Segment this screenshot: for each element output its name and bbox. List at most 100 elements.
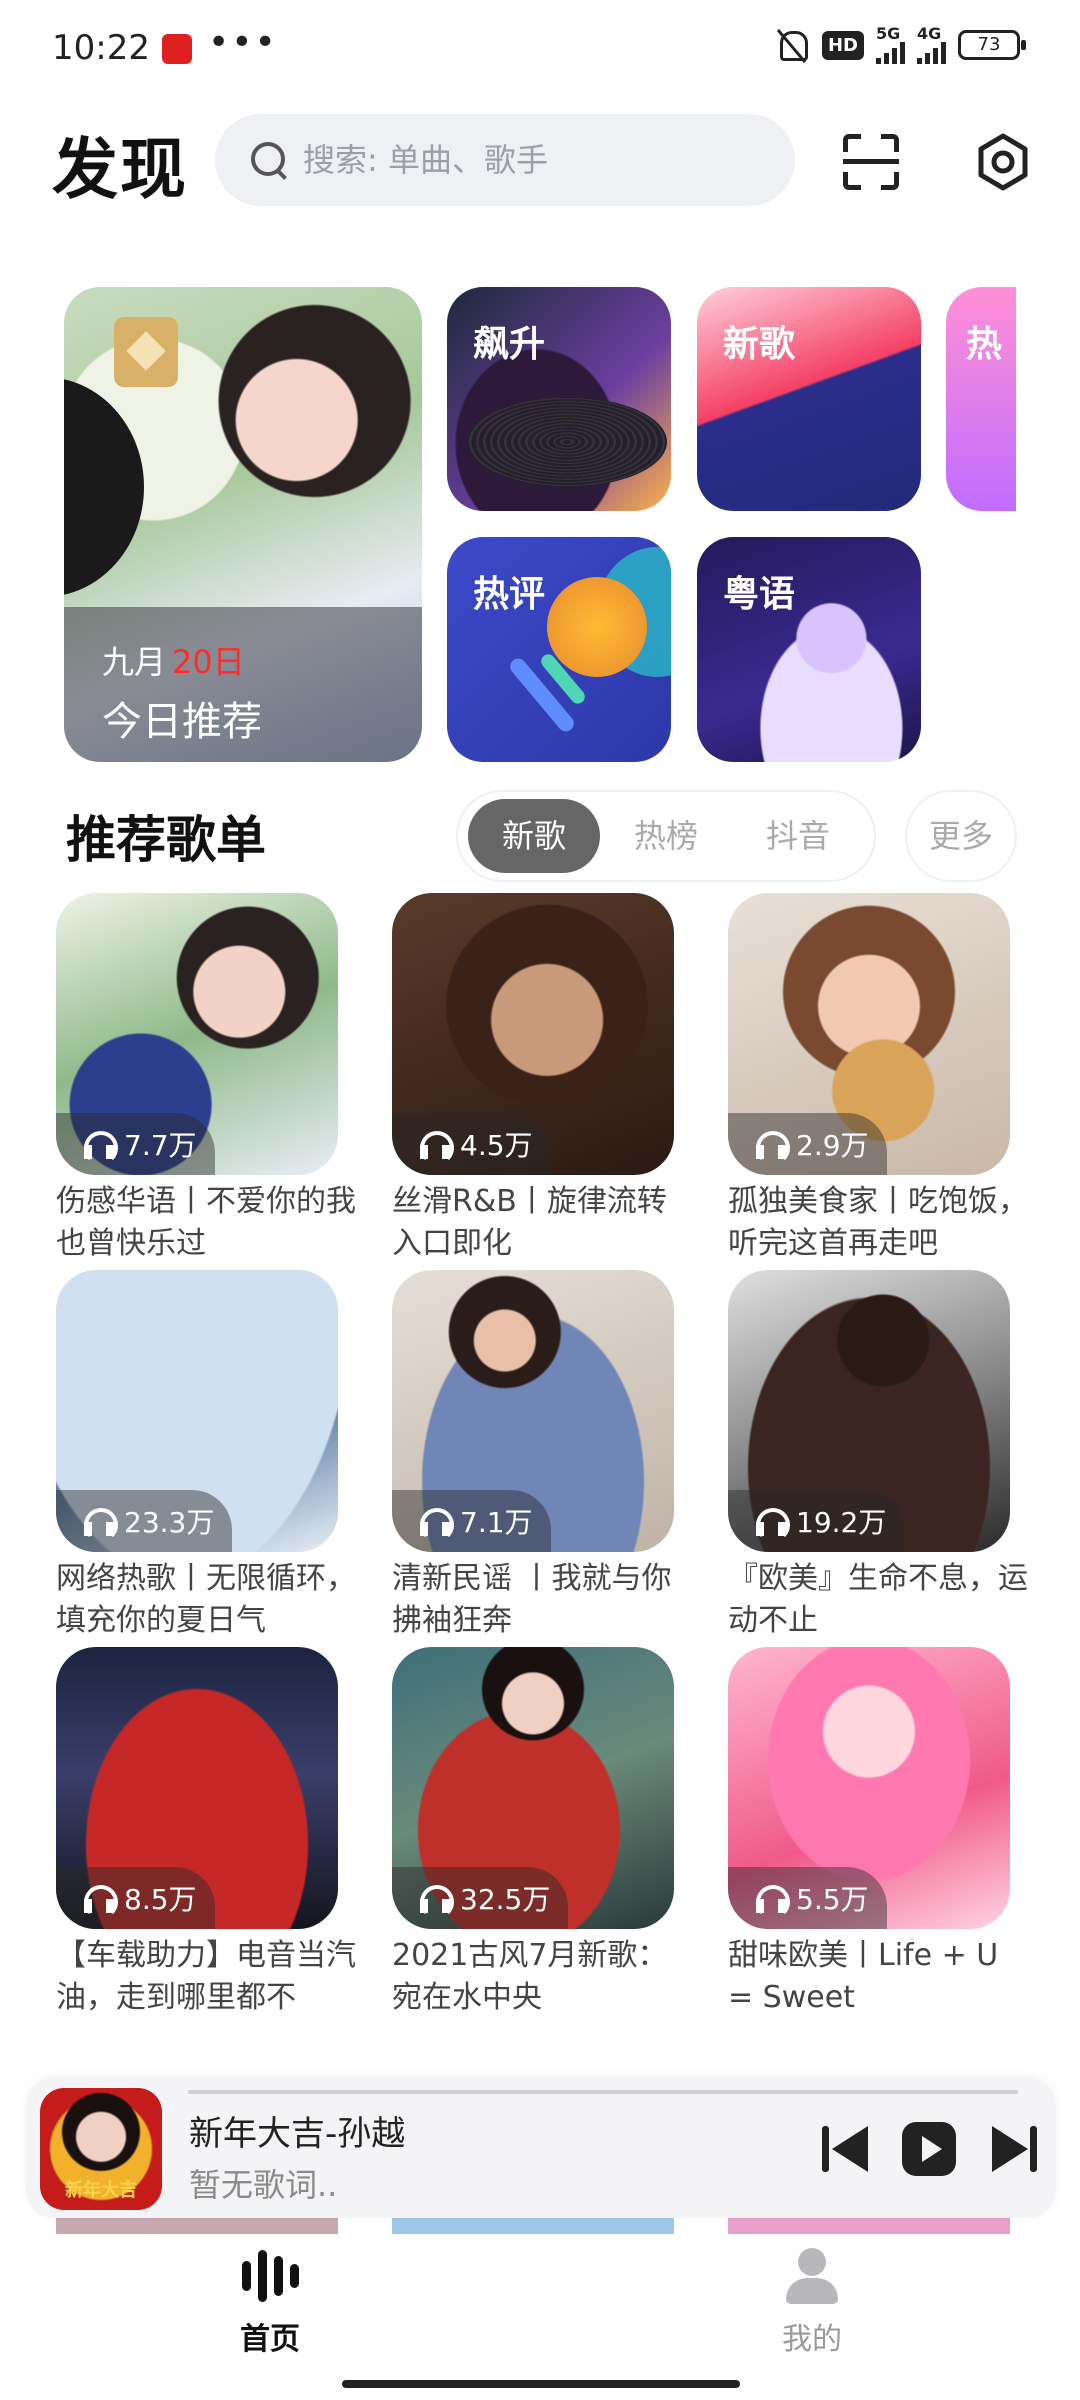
- search-input[interactable]: [303, 141, 763, 179]
- status-bar: 10:22 ••• HD 5G 4G 73: [0, 0, 1080, 100]
- playlist-cover: 32.5万: [392, 1647, 674, 1929]
- chart-tile-new[interactable]: 新歌: [697, 287, 921, 511]
- playlist-title: 孤独美食家丨吃饱饭，听完这首再走吧: [728, 1184, 1028, 1261]
- album-art[interactable]: 新年大吉: [40, 2088, 162, 2210]
- headphones-icon: [754, 1506, 790, 1542]
- decor-circle: [547, 577, 647, 677]
- nav-home[interactable]: 首页: [170, 2246, 370, 2358]
- hd-voice-icon: HD: [821, 30, 864, 60]
- bottom-nav: 首页 我的: [0, 2238, 1080, 2400]
- mini-player[interactable]: 新年大吉 新年大吉-孙越 暂无歌词..: [26, 2078, 1056, 2218]
- daily-caption: 九月 20日 今日推荐: [64, 607, 422, 762]
- song-title: 新年大吉-孙越: [189, 2114, 406, 2154]
- signal-5g-label: 5G: [876, 24, 901, 43]
- daily-label: 今日推荐: [102, 699, 262, 745]
- headphones-icon: [418, 1506, 454, 1542]
- silent-mode-icon: [774, 27, 810, 63]
- playlist-cover: 8.5万: [56, 1647, 338, 1929]
- play-count: 2.9万: [728, 1113, 887, 1175]
- playlist-cover: 2.9万: [728, 893, 1010, 1175]
- play-count-value: 2.9万: [796, 1129, 869, 1162]
- tile-label: 热评: [473, 574, 546, 615]
- next-track-icon[interactable]: [988, 2122, 1042, 2176]
- more-notifications-icon: •••: [208, 22, 278, 63]
- play-count: 5.5万: [728, 1867, 887, 1929]
- daily-recommend-card[interactable]: 九月 20日 今日推荐: [64, 287, 422, 762]
- daily-date: 九月 20日: [102, 637, 245, 683]
- headphones-icon: [82, 1129, 118, 1165]
- playlist-card[interactable]: 23.3万 网络热歌丨无限循环，填充你的夏日气: [56, 1270, 356, 1642]
- playlist-card[interactable]: 4.5万 丝滑R&B丨旋律流转入口即化: [392, 893, 674, 1265]
- playlist-title: 2021古风7月新歌：宛在水中央: [392, 1938, 668, 2015]
- headphones-icon: [418, 1883, 454, 1919]
- headphones-icon: [82, 1883, 118, 1919]
- play-count-value: 8.5万: [124, 1883, 197, 1916]
- tab-hot-list[interactable]: 热榜: [600, 799, 732, 873]
- search-icon: [249, 140, 289, 180]
- nav-mine-label: 我的: [782, 2322, 842, 2357]
- play-count-value: 23.3万: [124, 1506, 215, 1539]
- home-indicator[interactable]: [342, 2380, 740, 2388]
- status-time: 10:22: [52, 28, 150, 68]
- equalizer-icon: [240, 2246, 300, 2306]
- lyric-line: 暂无歌词..: [189, 2166, 338, 2204]
- playlist-cover-peek: [392, 2218, 674, 2234]
- playlist-card[interactable]: 7.1万 清新民谣 丨我就与你拂袖狂奔: [392, 1270, 674, 1642]
- playlist-card[interactable]: 5.5万 甜味欧美丨Life + U = Sweet: [728, 1647, 1010, 2019]
- tab-douyin[interactable]: 抖音: [732, 799, 864, 873]
- play-count: 7.1万: [392, 1490, 551, 1552]
- playlist-card[interactable]: 32.5万 2021古风7月新歌：宛在水中央: [392, 1647, 674, 2019]
- playlist-cover: 23.3万: [56, 1270, 338, 1552]
- tab-new-songs[interactable]: 新歌: [468, 799, 600, 873]
- signal-4g-icon: 4G: [917, 26, 946, 64]
- play-count-value: 19.2万: [796, 1506, 887, 1539]
- headphones-icon: [82, 1506, 118, 1542]
- vinyl-disc-icon: [64, 377, 144, 597]
- nav-mine[interactable]: 我的: [712, 2246, 912, 2358]
- daily-month: 九月: [102, 643, 167, 681]
- play-count-value: 7.7万: [124, 1129, 197, 1162]
- playlist-card[interactable]: 19.2万 『欧美』生命不息，运动不止: [728, 1270, 1028, 1642]
- user-icon: [782, 2246, 842, 2306]
- playlist-cover: 4.5万: [392, 893, 674, 1175]
- search-bar[interactable]: [215, 114, 795, 206]
- chart-tile-cantonese[interactable]: 粤语: [697, 537, 921, 762]
- chart-tile-hot[interactable]: 热: [946, 287, 1016, 511]
- playlist-cover: 7.7万: [56, 893, 338, 1175]
- playlist-title: 清新民谣 丨我就与你拂袖狂奔: [392, 1561, 672, 1638]
- tile-label: 新歌: [723, 324, 796, 365]
- play-count: 32.5万: [392, 1867, 569, 1929]
- play-count-value: 32.5万: [460, 1883, 551, 1916]
- playlist-cover: 19.2万: [728, 1270, 1010, 1552]
- playlist-cover-peek: [56, 2218, 338, 2234]
- playlist-tabs: 新歌 热榜 抖音: [456, 790, 876, 882]
- nav-home-label: 首页: [240, 2322, 300, 2357]
- play-icon[interactable]: [902, 2122, 956, 2176]
- more-button[interactable]: 更多: [905, 790, 1017, 882]
- tile-label: 粤语: [723, 574, 796, 615]
- playlist-card[interactable]: 8.5万 【车载助力】电音当汽油，走到哪里都不: [56, 1647, 356, 2019]
- playlist-title: 甜味欧美丨Life + U = Sweet: [728, 1938, 999, 2015]
- headphones-icon: [754, 1129, 790, 1165]
- playlist-title: 『欧美』生命不息，运动不止: [728, 1561, 1028, 1638]
- chart-tile-soaring[interactable]: 飙升: [447, 287, 671, 511]
- turntable-image: [467, 397, 667, 487]
- play-count: 23.3万: [56, 1490, 233, 1552]
- previous-track-icon[interactable]: [818, 2122, 872, 2176]
- play-count: 4.5万: [392, 1113, 551, 1175]
- page-header: 发现: [0, 110, 1080, 210]
- signal-5g-icon: 5G: [876, 26, 905, 64]
- playlist-title: 【车载助力】电音当汽油，走到哪里都不: [56, 1938, 356, 2015]
- playback-progress[interactable]: [188, 2090, 1018, 2094]
- playlist-title: 丝滑R&B丨旋律流转入口即化: [392, 1184, 667, 1261]
- tile-label: 热: [966, 324, 1003, 365]
- chart-tile-hot-comments[interactable]: 热评: [447, 537, 671, 762]
- gear-icon[interactable]: [973, 132, 1033, 192]
- daily-day: 20日: [172, 643, 245, 681]
- playlist-title: 网络热歌丨无限循环，填充你的夏日气: [56, 1561, 356, 1638]
- scan-icon[interactable]: [843, 134, 899, 190]
- playlist-card[interactable]: 2.9万 孤独美食家丨吃饱饭，听完这首再走吧: [728, 893, 1028, 1265]
- playlist-cover: 7.1万: [392, 1270, 674, 1552]
- play-count-value: 7.1万: [460, 1506, 533, 1539]
- playlist-card[interactable]: 7.7万 伤感华语丨不爱你的我也曾快乐过: [56, 893, 356, 1265]
